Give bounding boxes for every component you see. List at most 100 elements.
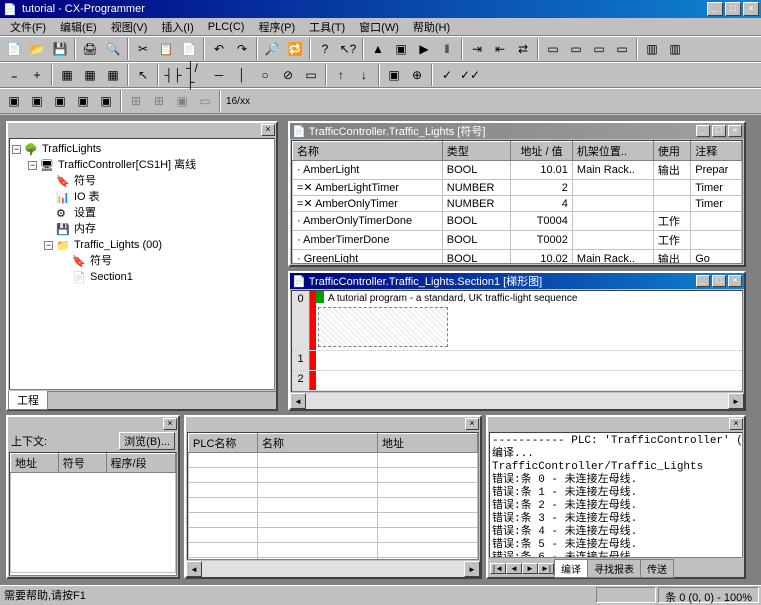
ladder-editor[interactable]: 0 A tutorial program - a standard, UK tr… (291, 290, 743, 392)
grid2-button[interactable]: ▦ (79, 64, 101, 86)
tree-plc[interactable]: −🖥TrafficController[CS1H] 离线 (12, 157, 272, 173)
hline-button[interactable]: ─ (208, 64, 230, 86)
zoom-out-button[interactable]: ᠆ (3, 64, 25, 86)
scroll-right-button[interactable]: ► (464, 561, 480, 577)
instruction-button[interactable]: ▭ (300, 64, 322, 86)
copy-button[interactable]: 📋 (155, 38, 177, 60)
compile-button[interactable]: ✓ (436, 64, 458, 86)
replace-button[interactable]: 🔁 (284, 38, 306, 60)
open-button[interactable]: 📂 (26, 38, 48, 60)
maximize-button[interactable]: □ (712, 125, 726, 137)
col-plcname[interactable]: PLC名称 (189, 434, 258, 453)
paste-button[interactable]: 📄 (178, 38, 200, 60)
output-tab-find[interactable]: 寻找报表 (587, 559, 641, 578)
diagram4-button[interactable]: ▭ (194, 90, 216, 112)
contact-nc-button[interactable]: ┤/├ (185, 64, 207, 86)
help-button[interactable]: ? (314, 38, 336, 60)
selection-box[interactable] (318, 307, 448, 347)
col-addr[interactable]: 地址 / 值 (511, 142, 573, 161)
print-button[interactable]: 🖨 (79, 38, 101, 60)
coil-button[interactable]: ○ (254, 64, 276, 86)
maximize-button[interactable]: □ (725, 2, 741, 16)
watch-grid[interactable]: PLC名称 名称 地址 (188, 433, 478, 560)
table-row[interactable] (189, 543, 478, 558)
table-row[interactable] (189, 453, 478, 468)
cut-button[interactable]: ✂ (132, 38, 154, 60)
menu-help[interactable]: 帮助(H) (407, 18, 456, 36)
undo-button[interactable]: ↶ (208, 38, 230, 60)
run-button[interactable]: ▶ (413, 38, 435, 60)
select-button[interactable]: ↖ (132, 64, 154, 86)
table-row[interactable] (189, 498, 478, 513)
table-row[interactable] (189, 468, 478, 483)
block-button[interactable]: ▣ (383, 64, 405, 86)
rack2-button[interactable]: ▭ (565, 38, 587, 60)
browse-button[interactable]: 浏览(B)... (119, 432, 175, 450)
menu-program[interactable]: 程序(P) (252, 18, 301, 36)
project-close-button[interactable]: × (261, 124, 275, 136)
transfer-to-button[interactable]: ⇥ (466, 38, 488, 60)
expand-icon[interactable]: − (28, 161, 37, 170)
expand-icon[interactable]: − (12, 145, 21, 154)
tree-section[interactable]: 📄Section1 (12, 269, 272, 285)
output-tab-compile[interactable]: 编译 (554, 559, 588, 578)
menu-edit[interactable]: 编辑(E) (54, 18, 103, 36)
find-button[interactable]: 🔎 (261, 38, 283, 60)
col-symbol[interactable]: 符号 (58, 454, 106, 473)
col-addr[interactable]: 地址 (378, 434, 478, 453)
menu-file[interactable]: 文件(F) (4, 18, 52, 36)
context-grid[interactable]: 地址 符号 程序/段 (10, 453, 176, 573)
tab-scroll-last[interactable]: ►| (538, 563, 554, 574)
output-tab-transfer[interactable]: 传送 (640, 559, 674, 578)
maximize-button[interactable]: □ (712, 275, 726, 287)
contact-no-button[interactable]: ┤├ (162, 64, 184, 86)
check-button[interactable]: ✓✓ (459, 64, 481, 86)
tree-program[interactable]: −📁Traffic_Lights (00) (12, 237, 272, 253)
close-button[interactable]: × (728, 125, 742, 137)
zoom-label[interactable]: 16/xx (224, 90, 252, 112)
table-row[interactable]: · AmberTimerDoneBOOLT0002工作 (293, 231, 742, 250)
table-row[interactable]: · GreenLightBOOL10.02Main Rack..输出Go (293, 250, 742, 265)
scroll-right-button[interactable]: ► (728, 393, 744, 409)
project-tab[interactable]: 工程 (8, 391, 48, 410)
rising-edge-button[interactable]: ↑ (330, 64, 352, 86)
pause-button[interactable]: ‖ (436, 38, 458, 60)
view-e-button[interactable]: ▣ (95, 90, 117, 112)
rack1-button[interactable]: ▭ (542, 38, 564, 60)
falling-edge-button[interactable]: ↓ (353, 64, 375, 86)
symbol-titlebar[interactable]: 📄 TrafficController.Traffic_Lights [符号] … (290, 123, 744, 139)
col-name[interactable]: 名称 (258, 434, 378, 453)
table-row[interactable]: · AmberLightBOOL10.01Main Rack..输出Prepar (293, 161, 742, 180)
col-prog[interactable]: 程序/段 (106, 454, 175, 473)
col-use[interactable]: 使用 (653, 142, 690, 161)
table-row[interactable] (189, 483, 478, 498)
pane-close-button[interactable]: × (729, 418, 743, 430)
output-text[interactable]: ----------- PLC: 'TrafficController' (PL… (490, 433, 742, 558)
redo-button[interactable]: ↷ (231, 38, 253, 60)
transfer-from-button[interactable]: ⇤ (489, 38, 511, 60)
monitor-button[interactable]: ▣ (390, 38, 412, 60)
view1-button[interactable]: ▥ (641, 38, 663, 60)
tab-scroll-right[interactable]: ► (522, 563, 538, 574)
table-row[interactable]: =✕ AmberLightTimerNUMBER2Timer (293, 180, 742, 196)
connect-button[interactable]: ⊕ (406, 64, 428, 86)
diagram2-button[interactable]: ⊞ (148, 90, 170, 112)
menu-insert[interactable]: 插入(I) (155, 18, 199, 36)
save-button[interactable]: 💾 (49, 38, 71, 60)
view-d-button[interactable]: ▣ (72, 90, 94, 112)
minimize-button[interactable]: _ (696, 125, 710, 137)
tree-settings[interactable]: ⚙设置 (12, 205, 272, 221)
menu-plc[interactable]: PLC(C) (202, 20, 251, 34)
pane-close-button[interactable]: × (163, 418, 177, 430)
view-b-button[interactable]: ▣ (26, 90, 48, 112)
grid1-button[interactable]: ▦ (56, 64, 78, 86)
tree-prog-symbols[interactable]: 🔖符号 (12, 253, 272, 269)
minimize-button[interactable]: _ (707, 2, 723, 16)
compare-button[interactable]: ⇄ (512, 38, 534, 60)
coil-neg-button[interactable]: ⊘ (277, 64, 299, 86)
preview-button[interactable]: 🔍 (102, 38, 124, 60)
project-tree[interactable]: −🌳TrafficLights −🖥TrafficController[CS1H… (9, 138, 275, 390)
vline-button[interactable]: │ (231, 64, 253, 86)
new-button[interactable]: 📄 (3, 38, 25, 60)
online-button[interactable]: ▲ (367, 38, 389, 60)
